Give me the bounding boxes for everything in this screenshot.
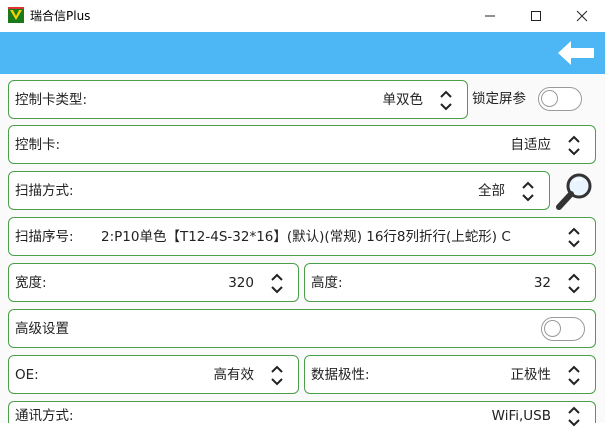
data-polarity-value: 正极性 [510,367,552,383]
updown-chevron-icon [522,181,534,202]
lock-screen-toggle[interactable] [538,87,582,111]
updown-chevron-icon [568,227,580,248]
updown-chevron-icon [271,273,283,294]
toggle-knob [541,90,558,107]
oe-select[interactable]: OE: 高有效 [8,355,299,394]
height-label: 高度: [311,275,343,291]
width-value: 320 [228,275,254,291]
top-toolbar [0,32,605,74]
scan-order-select[interactable]: 扫描序号: 2:P10单色【T12-4S-32*16】(默认)(常规) 16行8… [8,217,596,256]
advanced-settings-toggle[interactable] [541,317,585,341]
updown-chevron-icon [271,365,283,386]
minimize-icon [485,15,495,17]
scan-mode-select[interactable]: 扫描方式: 全部 [8,171,550,210]
toggle-knob [544,320,561,337]
maximize-button[interactable] [513,0,559,32]
updown-chevron-icon [568,135,580,156]
updown-chevron-icon [568,365,580,386]
width-stepper[interactable]: 宽度: 320 [8,263,299,302]
oe-value: 高有效 [213,367,255,383]
window-title: 瑞合信Plus [30,9,91,23]
close-icon [576,10,588,22]
advanced-settings-row: 高级设置 [8,309,596,348]
card-label: 控制卡: [15,137,61,153]
minimize-button[interactable] [467,0,513,32]
updown-chevron-icon [440,90,452,111]
scan-mode-label: 扫描方式: [15,183,74,199]
app-logo-icon [8,7,24,23]
height-stepper[interactable]: 高度: 32 [304,263,596,302]
settings-form: 控制卡类型: 单双色 锁定屏参 控制卡: 自适应 扫描方式: 全部 扫描序号: … [0,74,605,427]
data-polarity-label: 数据极性: [311,367,370,383]
comm-mode-select[interactable]: 通讯方式: WiFi,USB [8,401,596,427]
back-arrow-icon[interactable] [557,40,595,66]
scan-order-label: 扫描序号: [15,229,74,245]
comm-mode-label: 通讯方式: [15,408,74,424]
maximize-icon [531,11,541,21]
scan-order-value: 2:P10单色【T12-4S-32*16】(默认)(常规) 16行8列折行(上蛇… [101,229,511,245]
card-type-select[interactable]: 控制卡类型: 单双色 [8,80,468,119]
card-value: 自适应 [510,137,552,153]
oe-label: OE: [15,367,39,383]
data-polarity-select[interactable]: 数据极性: 正极性 [304,355,596,394]
close-button[interactable] [559,0,605,32]
scan-mode-value: 全部 [478,183,505,199]
updown-chevron-icon [568,406,580,427]
title-bar: 瑞合信Plus [0,0,605,32]
height-value: 32 [533,275,551,291]
lock-screen-label: 锁定屏参 [472,91,526,107]
width-label: 宽度: [15,275,47,291]
advanced-settings-label: 高级设置 [15,321,69,337]
updown-chevron-icon [568,273,580,294]
card-select[interactable]: 控制卡: 自适应 [8,125,596,164]
search-icon[interactable] [555,171,595,211]
card-type-value: 单双色 [382,92,424,108]
card-type-label: 控制卡类型: [15,92,88,108]
comm-mode-value: WiFi,USB [491,408,551,424]
